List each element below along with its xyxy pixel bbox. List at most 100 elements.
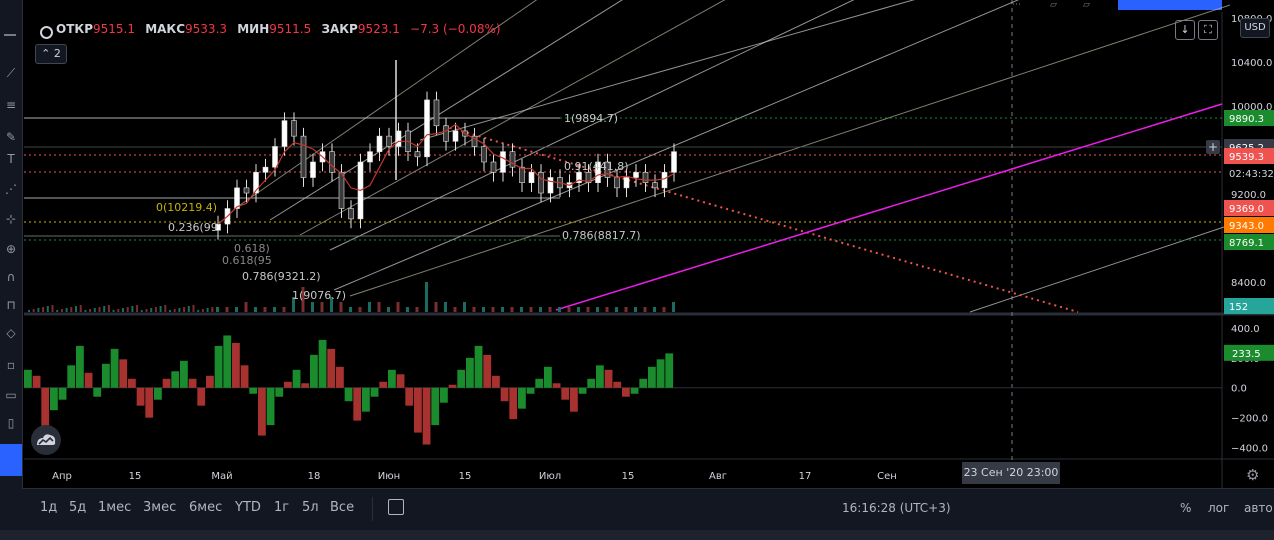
text-icon[interactable]: T	[3, 152, 19, 166]
period-3m[interactable]: 3мес	[143, 500, 176, 515]
histogram-bar	[665, 353, 674, 388]
trendline-icon[interactable]: ⟋	[3, 66, 19, 80]
histogram-bar	[587, 378, 596, 388]
crosshair-icon[interactable]	[4, 34, 16, 36]
period-5d[interactable]: 5д	[69, 500, 86, 515]
auto-scale-button[interactable]: авто	[1244, 501, 1273, 515]
more-icon[interactable]: ⋯	[1012, 0, 1021, 10]
currency-label[interactable]: USD	[1240, 18, 1270, 38]
volume-bar	[216, 307, 219, 312]
histogram-bar	[431, 387, 440, 426]
volume-bar	[596, 307, 599, 312]
fullscreen-button[interactable]: ⛶	[1198, 20, 1218, 40]
volume-bar	[520, 307, 523, 312]
uptrend-line[interactable]	[555, 103, 1223, 311]
histogram-bar	[344, 387, 353, 402]
goto-date-icon[interactable]	[388, 499, 404, 515]
volume-bar	[131, 306, 134, 312]
histogram-bar	[266, 387, 275, 426]
brush-icon[interactable]: ✎	[3, 130, 19, 144]
volume-bar	[377, 302, 381, 312]
volume-bar	[482, 307, 485, 312]
histogram-bar	[284, 381, 292, 388]
fib-label: 0.91(441.8)	[564, 160, 629, 173]
histogram-bar	[613, 381, 622, 388]
histogram-bar	[223, 335, 232, 388]
candle-body	[661, 172, 668, 189]
histogram-bar	[327, 348, 336, 388]
histogram-bar	[656, 359, 665, 388]
trash-icon[interactable]: ▫	[3, 358, 19, 372]
histogram-bar	[448, 384, 457, 388]
histogram-bar	[128, 378, 136, 388]
volume-bar	[117, 309, 120, 312]
downtrend-line[interactable]	[443, 125, 1079, 313]
arrow-down-icon: ↓	[1180, 23, 1190, 36]
fib-label: 0.618(95	[222, 254, 272, 267]
pattern-icon[interactable]: ⋰	[3, 182, 19, 196]
candle-body	[329, 151, 335, 173]
price-tag-label: 9890.3	[1229, 114, 1264, 125]
indicators-icon[interactable]: ▱	[1083, 0, 1090, 10]
percent-scale-button[interactable]: %	[1180, 501, 1191, 515]
histogram-bar	[561, 387, 570, 400]
price-tag-label: 152	[1229, 302, 1248, 313]
chart-settings-icon[interactable]: ⚙	[1246, 466, 1259, 484]
volume-bar	[235, 307, 238, 312]
symbol-visibility-icon[interactable]	[40, 26, 53, 39]
fib-channel-line	[333, 0, 1020, 291]
fib-label: 0.786(9321.2)	[242, 270, 321, 283]
volume-bar	[126, 307, 129, 312]
histogram-bar	[50, 387, 58, 411]
volume-bar	[51, 305, 54, 312]
y-tick-label: 8400.0	[1231, 278, 1266, 289]
favorites-icon[interactable]: ▯	[3, 416, 19, 430]
period-1m[interactable]: 1мес	[98, 500, 131, 515]
chart-canvas[interactable]: 1(9894.7) 0.91(441.8) 0(10219.4) 0.236(99 0.…	[0, 0, 1274, 540]
volume-bar	[444, 302, 447, 312]
eye-icon[interactable]: ◇	[3, 326, 19, 340]
magnet-icon[interactable]: ∩	[3, 270, 19, 284]
clock-timezone[interactable]: 16:16:28 (UTC+3)	[842, 501, 951, 515]
layers-icon[interactable]: ▭	[3, 388, 19, 402]
candle-body	[500, 151, 506, 173]
period-5y[interactable]: 5л	[302, 500, 319, 515]
histogram-bar	[110, 348, 119, 388]
volume-bar	[70, 307, 73, 312]
lock-icon[interactable]: ⊓	[3, 298, 19, 312]
volume-bar	[37, 308, 40, 312]
volume-bar	[75, 306, 77, 312]
volume-bar	[349, 307, 352, 312]
candle-body	[243, 187, 250, 194]
histogram-bar	[518, 387, 526, 409]
period-1d[interactable]: 1д	[40, 500, 57, 515]
candle-body	[310, 161, 316, 178]
volume-bar	[463, 302, 466, 312]
volume-bar	[112, 310, 115, 312]
volume-bar	[145, 309, 148, 312]
candle-body	[671, 151, 677, 173]
tradingview-logo[interactable]	[31, 425, 61, 455]
price-tag-label: 9369.0	[1229, 204, 1264, 215]
indicators-toggle[interactable]: ⌃ 2	[35, 44, 67, 64]
candle-body	[262, 166, 269, 173]
period-all[interactable]: Все	[330, 500, 354, 515]
period-6m[interactable]: 6мес	[189, 500, 222, 515]
zoom-icon[interactable]: ⊕	[3, 242, 19, 256]
log-scale-button[interactable]: лог	[1208, 501, 1229, 515]
object-tree-button[interactable]	[0, 444, 22, 476]
fib-icon[interactable]: ≡	[3, 98, 19, 112]
histogram-bar	[24, 369, 32, 388]
histogram-bar	[379, 381, 388, 388]
period-1y[interactable]: 1г	[274, 500, 289, 515]
histogram-bar	[405, 387, 414, 406]
candle-body	[547, 177, 554, 194]
price-tag-label: 9539.3	[1229, 152, 1264, 163]
scroll-down-button[interactable]: ↓	[1175, 20, 1195, 40]
chevron-up-icon: ⌃	[41, 47, 51, 60]
period-ytd[interactable]: YTD	[235, 500, 261, 515]
compare-icon[interactable]: ▱	[1050, 0, 1057, 10]
histogram-bar	[509, 387, 518, 420]
volume-bar	[453, 307, 457, 312]
measure-icon[interactable]: ⊹	[3, 212, 19, 226]
